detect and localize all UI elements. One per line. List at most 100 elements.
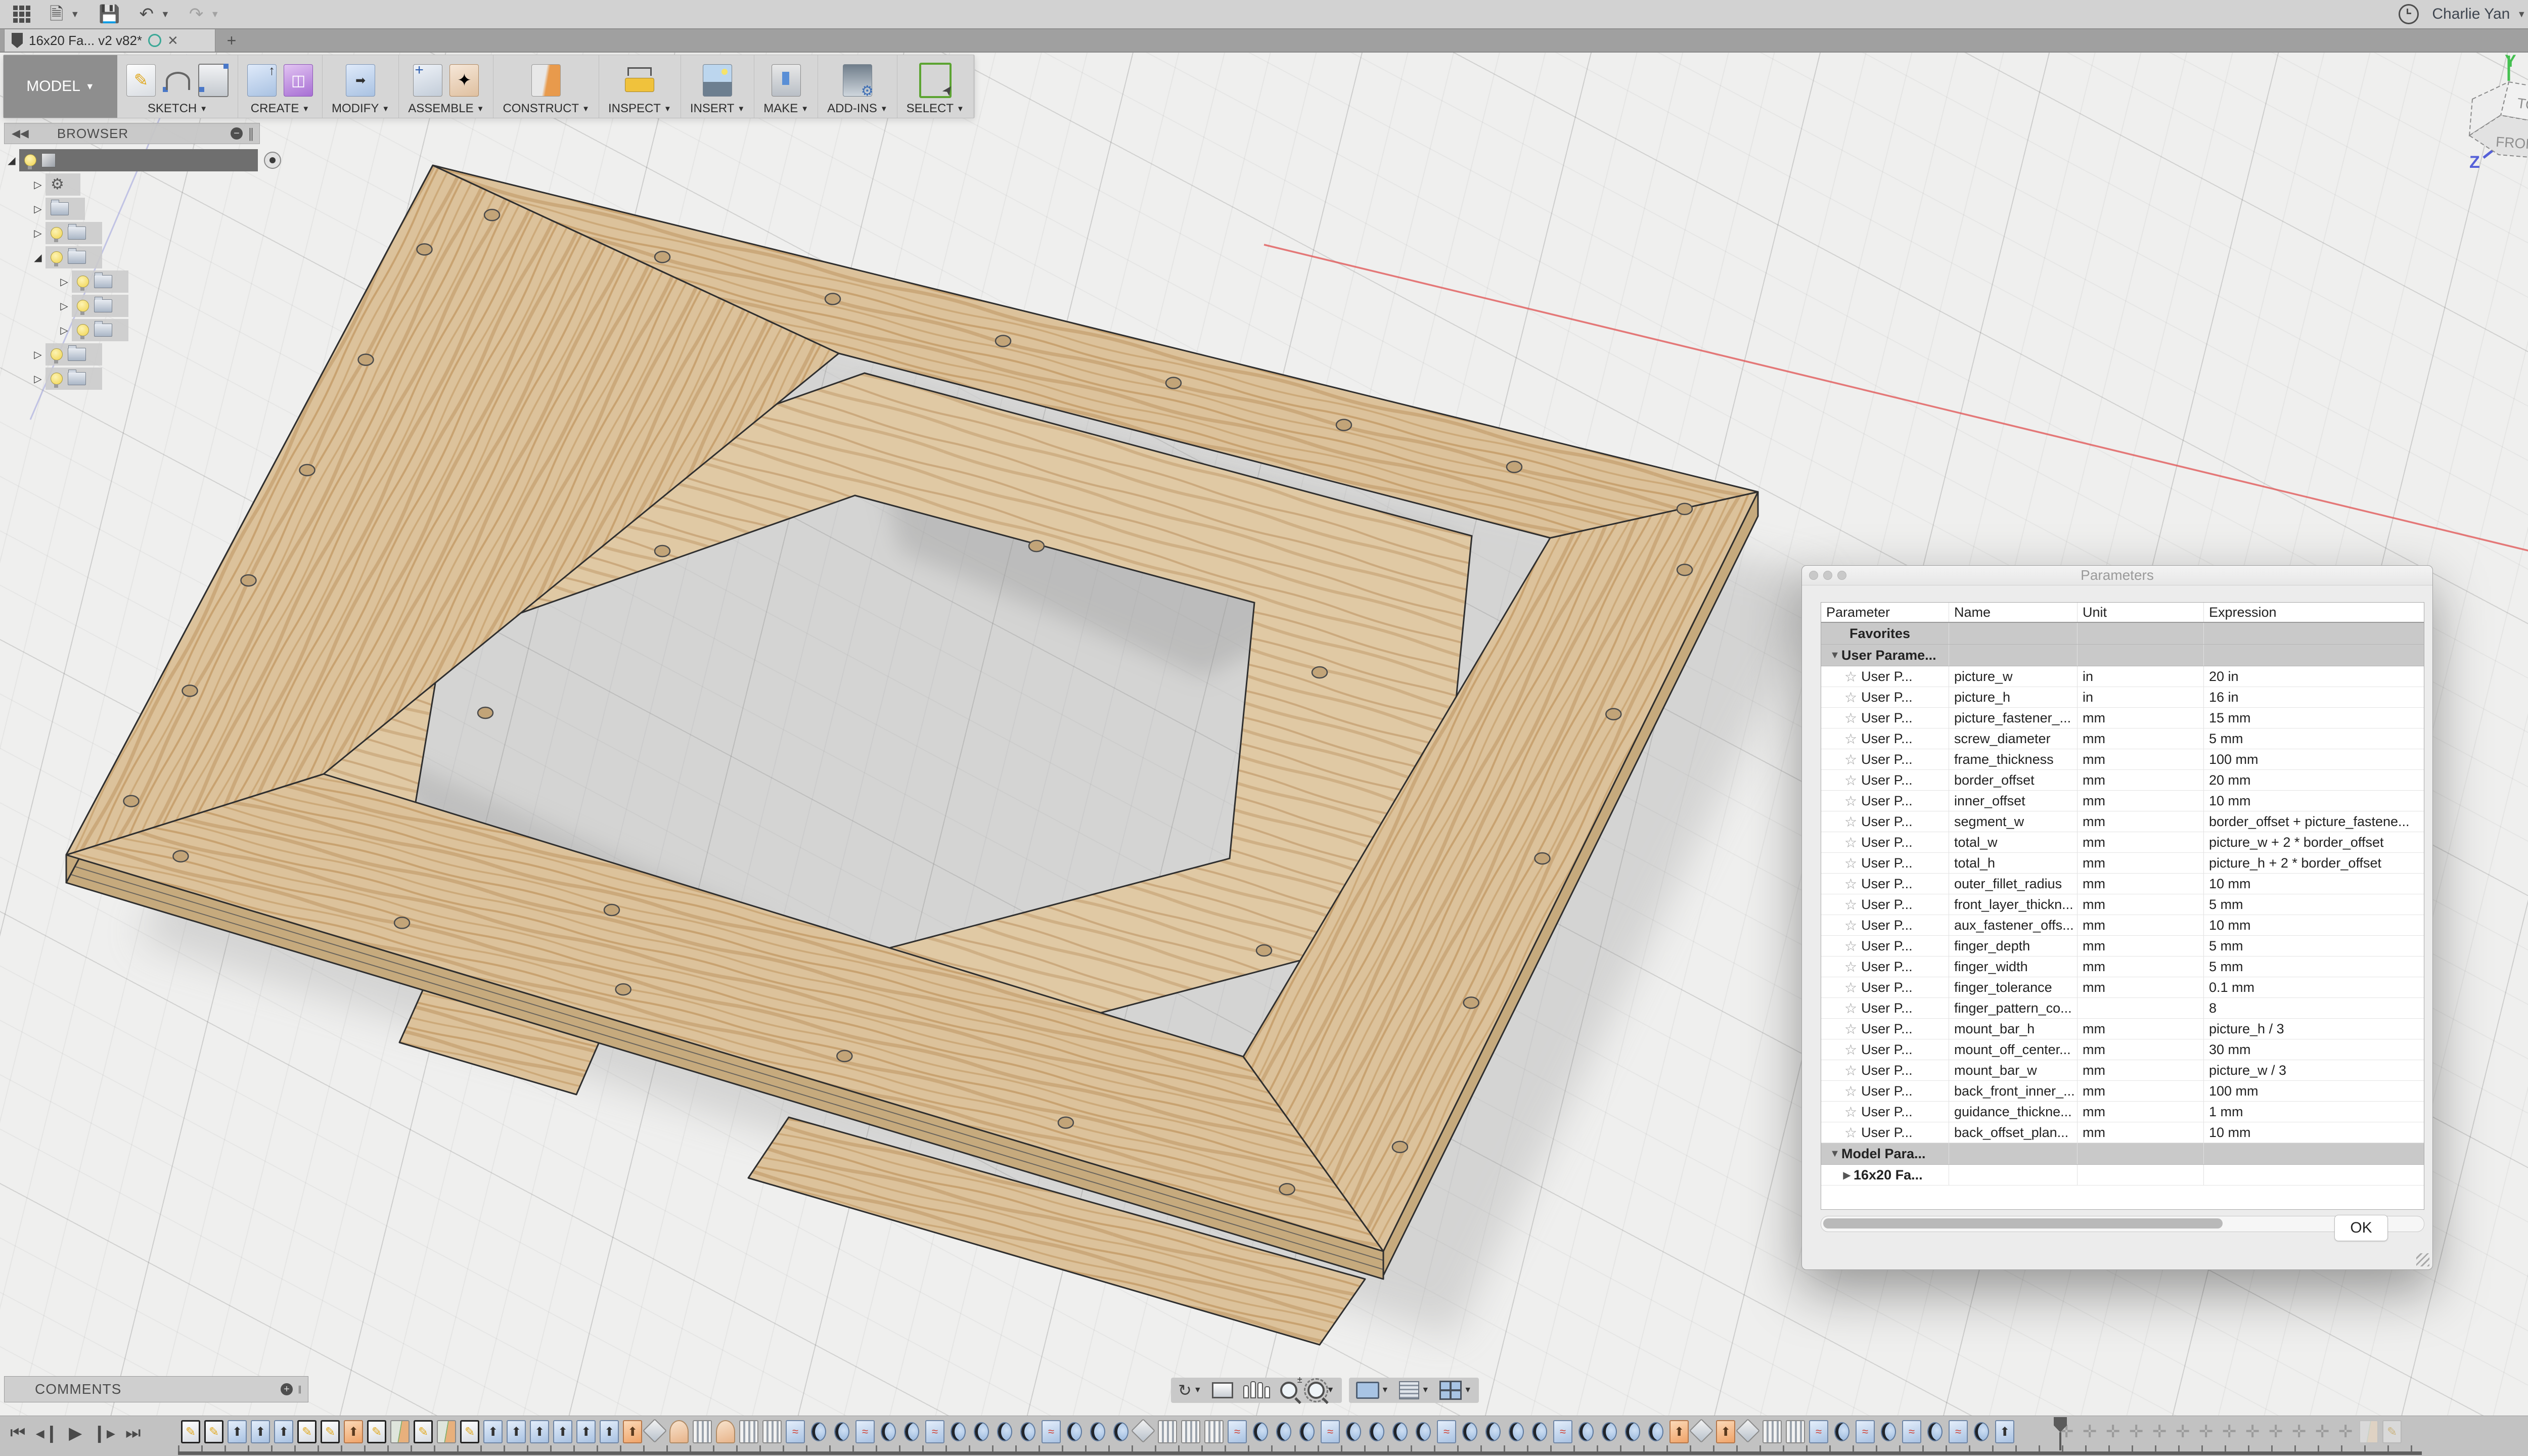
timeline-feature-combine-icon[interactable] [1972,1420,1991,1443]
display-settings-icon[interactable]: ▼ [1356,1382,1389,1399]
parameters-table[interactable]: ParameterNameUnitExpressionFavorites▼Use… [1821,602,2424,1210]
timeline-feature-move-gray-icon[interactable] [2173,1420,2192,1443]
timeline-feature-plane-icon[interactable] [437,1420,456,1443]
skip-start-icon[interactable]: ⏮ [10,1423,26,1443]
param-expression-cell[interactable]: 10 mm [2203,1122,2424,1143]
param-expression-cell[interactable]: 5 mm [2203,936,2424,956]
param-unit-cell[interactable]: mm [2077,1060,2203,1080]
param-type-cell[interactable]: ☆User P... [1821,853,1949,873]
timeline-feature-plane-gray-icon[interactable] [2359,1420,2378,1443]
toolbar-group-label[interactable]: CONSTRUCT▼ [503,102,590,116]
param-name-cell[interactable]: mount_bar_w [1949,1060,2077,1080]
timeline-feature-fillet-icon[interactable]: ≈ [1437,1420,1456,1443]
param-unit-cell[interactable]: mm [2077,977,2203,997]
param-expression-cell[interactable]: 20 in [2203,666,2424,687]
form-icon[interactable] [284,64,313,97]
param-type-cell[interactable]: ☆User P... [1821,687,1949,707]
param-unit-cell[interactable]: mm [2077,957,2203,977]
sidebar-item-sketches[interactable] [46,343,102,366]
select-window-icon[interactable] [919,63,952,98]
scrollbar-thumb[interactable] [1823,1218,2223,1228]
group-model-parameters[interactable]: ▼Model Para... [1821,1143,1949,1164]
param-unit-cell[interactable]: mm [2077,1019,2203,1039]
param-unit-cell[interactable]: mm [2077,915,2203,935]
timeline-feature-mirror-icon[interactable] [739,1420,758,1443]
orbit-icon[interactable]: ↻▼ [1178,1381,1202,1400]
ok-button[interactable]: OK [2334,1215,2388,1241]
param-name-cell[interactable]: border_offset [1949,770,2077,790]
document-tab[interactable]: 16x20 Fa... v2 v82* ✕ [4,29,215,52]
timeline-feature-combine-icon[interactable] [809,1420,828,1443]
expander-icon[interactable]: ▷ [57,324,72,337]
param-name-cell[interactable]: picture_h [1949,687,2077,707]
param-unit-cell[interactable]: mm [2077,729,2203,749]
visibility-bulb-icon[interactable] [77,324,89,336]
timeline-feature-erase-icon[interactable] [643,1419,667,1443]
viewcube[interactable]: Y X Z TOP FRONT [2452,51,2528,202]
browser-collapse-icon[interactable]: ◀◀ [12,127,29,140]
timeline-feature-combine-icon[interactable] [1088,1420,1107,1443]
comments-grip-icon[interactable]: ∥ [298,1384,302,1394]
timeline-feature-combine-icon[interactable] [1646,1420,1665,1443]
param-expression-cell[interactable]: border_offset + picture_fastene... [2203,811,2424,832]
browser-root-item[interactable] [19,149,258,171]
timeline-feature-combine-icon[interactable] [1390,1420,1410,1443]
look-at-icon[interactable] [1212,1382,1233,1398]
timeline-feature-move-gray-icon[interactable] [2196,1420,2216,1443]
comments-bar[interactable]: COMMENTS + ∥ [4,1376,308,1402]
param-name-cell[interactable]: back_front_inner_... [1949,1081,2077,1101]
expander-icon[interactable]: ▷ [30,227,46,240]
param-expression-cell[interactable]: 16 in [2203,687,2424,707]
sidebar-item-mount-28-[interactable] [72,319,128,341]
window-zoom-icon[interactable]: ▼ [1307,1382,1335,1399]
param-unit-cell[interactable] [2077,998,2203,1018]
timeline-feature-mirror-icon[interactable] [1763,1420,1782,1443]
param-type-cell[interactable]: ☆User P... [1821,874,1949,894]
timeline-feature-sketchbox-icon[interactable]: ✎ [367,1420,386,1443]
expander-icon[interactable]: ◢ [30,251,46,264]
timeline-feature-press-icon[interactable]: ⬆ [1716,1420,1735,1443]
param-expression-cell[interactable]: 10 mm [2203,791,2424,811]
param-expression-cell[interactable]: 0.1 mm [2203,977,2424,997]
param-name-cell[interactable]: finger_pattern_co... [1949,998,2077,1018]
redo-caret-icon[interactable]: ▼ [210,9,219,20]
param-expression-cell[interactable]: 15 mm [2203,708,2424,728]
timeline-feature-combine-icon[interactable] [1483,1420,1503,1443]
timeline-feature-move-gray-icon[interactable] [2243,1420,2262,1443]
param-type-cell[interactable]: ☆User P... [1821,666,1949,687]
visibility-bulb-icon[interactable] [51,373,63,385]
sidebar-item-front-7-[interactable] [72,270,128,293]
timeline-feature-extrude-icon[interactable]: ⬆ [576,1420,596,1443]
param-expression-cell[interactable]: 20 mm [2203,770,2424,790]
col-name[interactable]: Name [1949,603,2077,622]
sidebar-item-construction[interactable] [46,368,102,390]
expander-icon[interactable]: ◢ [4,154,19,167]
browser-header[interactable]: ◀◀ BROWSER − ∥ [4,123,260,144]
timeline-feature-sketchbox-icon[interactable]: ✎ [181,1420,200,1443]
param-name-cell[interactable]: guidance_thickne... [1949,1102,2077,1122]
visibility-bulb-icon[interactable] [77,300,89,312]
timeline-feature-combine-icon[interactable] [832,1420,851,1443]
app-grid-icon[interactable] [13,6,30,23]
scripts-icon[interactable] [843,64,872,97]
timeline-feature-extrude-icon[interactable]: ⬆ [483,1420,503,1443]
timeline-feature-combine-icon[interactable] [1344,1420,1363,1443]
user-account-button[interactable]: Charlie Yan [2432,6,2510,23]
param-name-cell[interactable]: inner_offset [1949,791,2077,811]
add-comment-icon[interactable]: + [281,1383,293,1395]
visibility-bulb-icon[interactable] [77,276,89,288]
param-unit-cell[interactable]: mm [2077,708,2203,728]
timeline-feature-combine-icon[interactable] [1251,1420,1270,1443]
timeline-feature-fillet-icon[interactable]: ≈ [925,1420,944,1443]
param-expression-cell[interactable]: 30 mm [2203,1039,2424,1060]
param-expression-cell[interactable]: picture_w / 3 [2203,1060,2424,1080]
param-unit-cell[interactable]: mm [2077,894,2203,915]
timeline-feature-plane-icon[interactable] [390,1420,410,1443]
sketch-pencil-icon[interactable]: ✎ [126,64,156,97]
job-status-clock-icon[interactable] [2399,4,2419,24]
param-expression-cell[interactable]: 5 mm [2203,957,2424,977]
rectangle-icon[interactable] [198,64,229,97]
timeline-feature-press-icon[interactable]: ⬆ [1669,1420,1689,1443]
toolbar-group-label[interactable]: ADD-INS▼ [827,102,888,116]
param-type-cell[interactable]: ☆User P... [1821,811,1949,832]
